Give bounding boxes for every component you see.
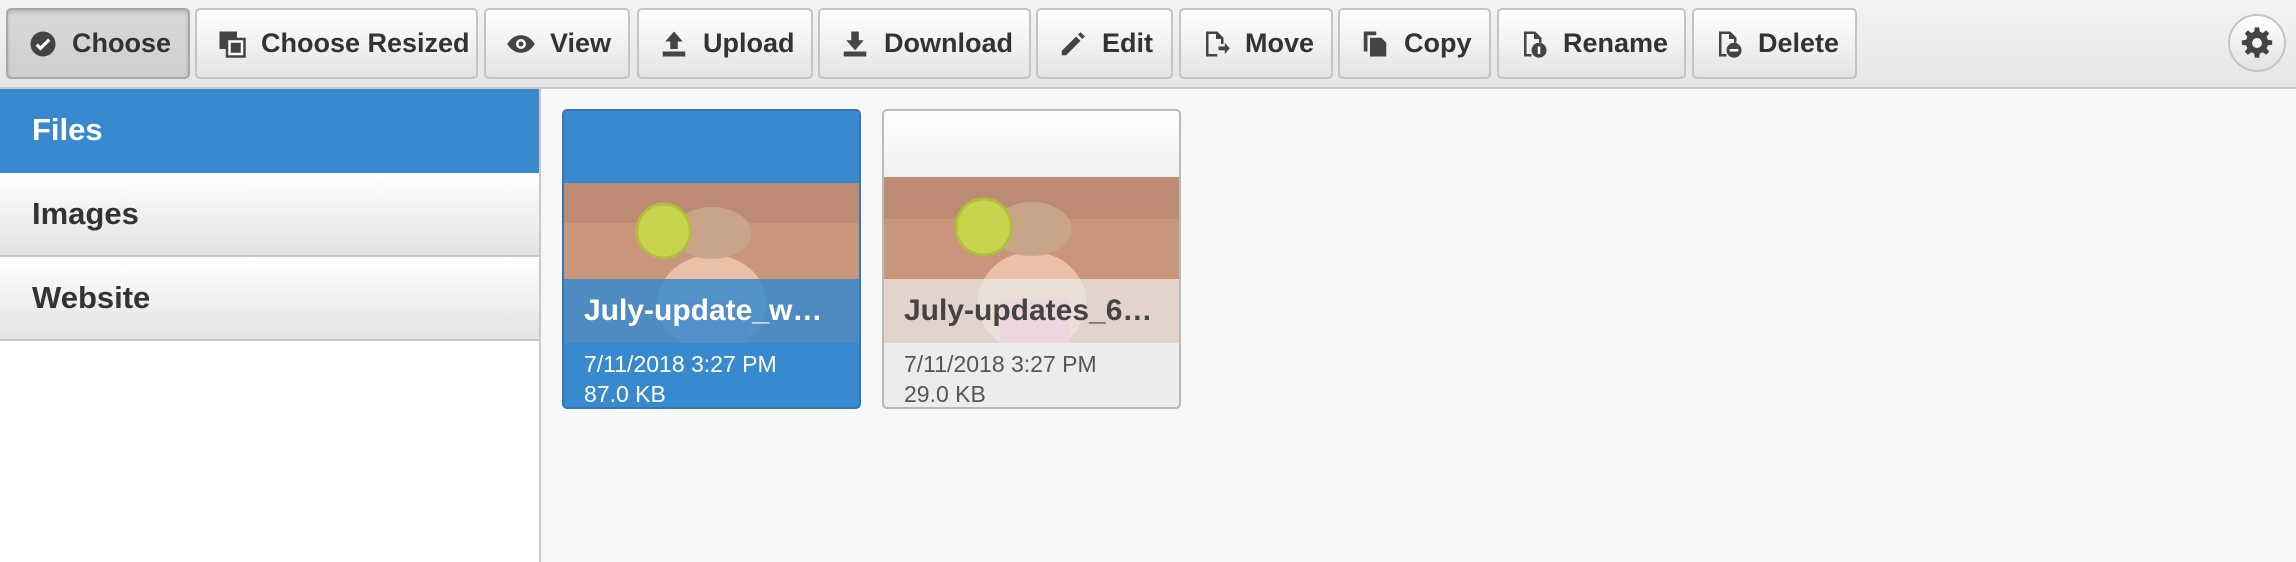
file-meta: 7/11/2018 3:27 PM 87.0 KB xyxy=(584,349,777,407)
download-button-label: Download xyxy=(884,28,1013,58)
view-button[interactable]: View xyxy=(484,8,630,79)
file-size: 87.0 KB xyxy=(584,381,666,407)
sidebar: Files Images Website xyxy=(0,89,541,562)
eye-icon xyxy=(506,29,536,59)
sidebar-item-files[interactable]: Files xyxy=(0,89,539,173)
sidebar-item-label: Images xyxy=(32,196,139,231)
delete-button-label: Delete xyxy=(1758,28,1840,58)
move-file-icon xyxy=(1201,29,1231,59)
sidebar-item-website[interactable]: Website xyxy=(0,257,539,341)
move-button[interactable]: Move xyxy=(1179,8,1333,79)
file-date: 7/11/2018 3:27 PM xyxy=(904,351,1097,377)
edit-button-label: Edit xyxy=(1102,28,1153,58)
file-tile[interactable]: July-update_w… 7/11/2018 3:27 PM 87.0 KB xyxy=(562,109,861,409)
file-meta: 7/11/2018 3:27 PM 29.0 KB xyxy=(904,349,1097,407)
file-size: 29.0 KB xyxy=(904,381,986,407)
settings-button[interactable] xyxy=(2228,14,2286,72)
copy-button-label: Copy xyxy=(1404,28,1472,58)
sidebar-item-images[interactable]: Images xyxy=(0,173,539,257)
upload-button[interactable]: Upload xyxy=(637,8,813,79)
rename-button-label: Rename xyxy=(1563,28,1669,58)
file-grid: July-update_w… 7/11/2018 3:27 PM 87.0 KB… xyxy=(541,89,2296,562)
check-circle-icon xyxy=(28,29,58,59)
upload-button-label: Upload xyxy=(703,28,795,58)
choose-button[interactable]: Choose xyxy=(6,8,190,79)
copy-icon xyxy=(1360,29,1390,59)
gear-icon xyxy=(2240,26,2274,60)
delete-button[interactable]: Delete xyxy=(1692,8,1857,79)
sidebar-item-label: Website xyxy=(32,280,151,315)
copy-button[interactable]: Copy xyxy=(1338,8,1491,79)
file-name: July-updates_6… xyxy=(884,279,1179,343)
download-button[interactable]: Download xyxy=(818,8,1031,79)
file-name: July-update_w… xyxy=(564,279,859,343)
rename-button[interactable]: Rename xyxy=(1497,8,1686,79)
view-button-label: View xyxy=(550,28,612,58)
rename-file-icon xyxy=(1519,29,1549,59)
upload-icon xyxy=(659,29,689,59)
file-date: 7/11/2018 3:27 PM xyxy=(584,351,777,377)
choose-button-label: Choose xyxy=(72,28,172,58)
move-button-label: Move xyxy=(1245,28,1315,58)
file-tile[interactable]: July-updates_6… 7/11/2018 3:27 PM 29.0 K… xyxy=(882,109,1181,409)
pencil-icon xyxy=(1058,29,1088,59)
choose-resized-button-label: Choose Resized xyxy=(261,28,470,58)
edit-button[interactable]: Edit xyxy=(1036,8,1173,79)
delete-file-icon xyxy=(1714,29,1744,59)
toolbar: Choose Choose Resized View Upload Downlo… xyxy=(0,0,2296,89)
download-icon xyxy=(840,29,870,59)
sidebar-item-label: Files xyxy=(32,112,103,147)
choose-resized-button[interactable]: Choose Resized xyxy=(195,8,478,79)
resize-icon xyxy=(217,29,247,59)
